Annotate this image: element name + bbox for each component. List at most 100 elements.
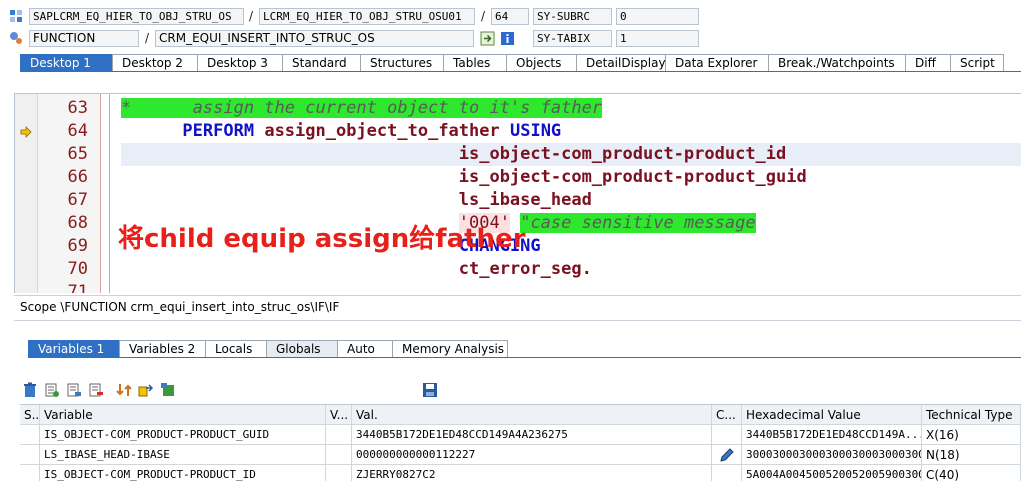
source-editor[interactable]: 63 * assign the current object to it's f… xyxy=(14,93,1021,293)
line-number-field[interactable]: 64 xyxy=(491,8,529,25)
tab-breakpoints[interactable]: Break./Watchpoints xyxy=(768,54,906,72)
code-line-current[interactable]: 64 PERFORM assign_object_to_father USING xyxy=(15,120,1021,143)
value-cell[interactable]: 3440B5B172DE1ED48CCD149A4A236275 xyxy=(352,425,712,445)
table-row[interactable]: IS_OBJECT-COM_PRODUCT-PRODUCT_GUID 3440B… xyxy=(20,425,1021,445)
variable-name-cell[interactable]: IS_OBJECT-COM_PRODUCT-PRODUCT_GUID xyxy=(40,425,326,445)
line-number: 70 xyxy=(67,259,88,279)
tab-objects[interactable]: Objects xyxy=(506,54,577,72)
column-header[interactable]: C... xyxy=(712,405,742,425)
code-line[interactable]: 66 is_object-com_product-product_guid xyxy=(15,166,1021,189)
tab-desktop-2[interactable]: Desktop 2 xyxy=(112,54,198,72)
status-cell xyxy=(20,445,40,465)
column-header[interactable]: Hexadecimal Value xyxy=(742,405,922,425)
code-line[interactable]: 67 ls_ibase_head xyxy=(15,189,1021,212)
table-row[interactable]: IS_OBJECT-COM_PRODUCT-PRODUCT_ID ZJERRY0… xyxy=(20,465,1021,481)
variable-name-cell[interactable]: IS_OBJECT-COM_PRODUCT-PRODUCT_ID xyxy=(40,465,326,481)
column-header[interactable]: S... xyxy=(20,405,40,425)
line-number: 64 xyxy=(67,121,88,141)
line-number: 68 xyxy=(67,213,88,233)
line-number: 65 xyxy=(67,144,88,164)
separator: / xyxy=(481,9,486,23)
value-cell[interactable]: ZJERRY0827C2 xyxy=(352,465,712,481)
export-icon[interactable] xyxy=(136,380,156,400)
navigate-icon[interactable] xyxy=(480,31,495,46)
event-type-field[interactable]: FUNCTION xyxy=(29,30,139,47)
tab-memory-analysis[interactable]: Memory Analysis xyxy=(392,340,508,358)
code-text: is_object-com_product-product_id xyxy=(121,144,787,164)
event-name-field[interactable]: CRM_EQUI_INSERT_INTO_STRUC_OS xyxy=(155,30,474,47)
subrc-label: SY-SUBRC xyxy=(533,8,612,25)
code-text: * assign the current object to it's fath… xyxy=(121,98,603,118)
column-header[interactable]: V... xyxy=(326,405,352,425)
tab-auto[interactable]: Auto xyxy=(337,340,393,358)
change-cell xyxy=(712,425,742,445)
view-cell xyxy=(326,445,352,465)
value-cell[interactable]: 000000000000112227 xyxy=(352,445,712,465)
column-header[interactable]: Val. xyxy=(352,405,712,425)
column-header[interactable]: Variable xyxy=(40,405,326,425)
save-icon[interactable] xyxy=(420,380,440,400)
insert-row-icon[interactable] xyxy=(42,380,62,400)
hex-value-cell: 3440B5B172DE1ED48CCD149A... xyxy=(742,425,922,445)
variable-name-cell[interactable]: LS_IBASE_HEAD-IBASE xyxy=(40,445,326,465)
tab-diff[interactable]: Diff xyxy=(905,54,951,72)
code-line[interactable]: 63 * assign the current object to it's f… xyxy=(15,97,1021,120)
technical-type-cell: X(16) xyxy=(922,425,1021,445)
line-number: 67 xyxy=(67,190,88,210)
scope-line: Scope \FUNCTION crm_equi_insert_into_str… xyxy=(14,295,1021,317)
tabix-label: SY-TABIX xyxy=(533,30,612,47)
desktop-tabs: Desktop 1 Desktop 2 Desktop 3 Standard S… xyxy=(20,54,1004,72)
variables-table: S... Variable V... Val. C... Hexadecimal… xyxy=(20,404,1021,481)
line-number: 71 xyxy=(67,282,88,293)
column-header[interactable]: Technical Type xyxy=(922,405,1021,425)
variable-tab-border xyxy=(28,357,1021,358)
sort-icon[interactable] xyxy=(114,380,134,400)
tabix-value[interactable]: 1 xyxy=(616,30,699,47)
code-line[interactable]: 71 xyxy=(15,281,1021,293)
technical-type-cell: C(40) xyxy=(922,465,1021,481)
tab-strip-border xyxy=(20,71,1021,72)
tab-data-explorer[interactable]: Data Explorer xyxy=(665,54,769,72)
delete-icon[interactable] xyxy=(20,380,40,400)
table-row[interactable]: LS_IBASE_HEAD-IBASE 000000000000112227 3… xyxy=(20,445,1021,465)
line-number: 63 xyxy=(67,98,88,118)
hex-value-cell: 5A004A0045005200520059003000... xyxy=(742,465,922,481)
append-row-icon[interactable] xyxy=(64,380,84,400)
splitter[interactable] xyxy=(14,320,1021,324)
remove-row-icon[interactable] xyxy=(86,380,106,400)
change-cell xyxy=(712,465,742,481)
table-header-row: S... Variable V... Val. C... Hexadecimal… xyxy=(20,405,1021,425)
status-cell xyxy=(20,425,40,445)
tab-tables[interactable]: Tables xyxy=(443,54,507,72)
code-text: PERFORM assign_object_to_father USING xyxy=(182,121,562,141)
hex-value-cell: 3000300030003000300030003000... xyxy=(742,445,922,465)
tab-globals[interactable]: Globals xyxy=(266,340,338,358)
tab-structures[interactable]: Structures xyxy=(360,54,444,72)
code-text: is_object-com_product-product_guid xyxy=(121,167,807,187)
filter-icon[interactable] xyxy=(158,380,178,400)
tab-standard[interactable]: Standard xyxy=(282,54,361,72)
status-cell xyxy=(20,465,40,481)
variables-toolbar xyxy=(20,380,440,402)
line-number: 66 xyxy=(67,167,88,187)
code-line[interactable]: 65 is_object-com_product-product_id xyxy=(68,143,1021,166)
tab-desktop-3[interactable]: Desktop 3 xyxy=(197,54,283,72)
program-field[interactable]: SAPLCRM_EQ_HIER_TO_OBJ_STRU_OS xyxy=(29,8,244,25)
tab-variables-2[interactable]: Variables 2 xyxy=(119,340,206,358)
program-icon xyxy=(9,9,23,23)
tab-locals[interactable]: Locals xyxy=(205,340,267,358)
tab-detail-display[interactable]: DetailDisplay xyxy=(576,54,666,72)
tab-variables-1[interactable]: Variables 1 xyxy=(28,340,120,358)
code-line[interactable]: 70 ct_error_seg. xyxy=(15,258,1021,281)
tab-script[interactable]: Script xyxy=(950,54,1004,72)
function-icon xyxy=(9,31,23,45)
change-cell[interactable] xyxy=(712,445,742,465)
current-line-arrow-icon xyxy=(20,126,32,138)
info-icon[interactable] xyxy=(500,31,515,46)
include-field[interactable]: LCRM_EQ_HIER_TO_OBJ_STRU_OSU01 xyxy=(259,8,475,25)
tab-desktop-1[interactable]: Desktop 1 xyxy=(20,54,113,72)
code-text: ls_ibase_head xyxy=(121,190,592,210)
subrc-value[interactable]: 0 xyxy=(616,8,699,25)
view-cell xyxy=(326,465,352,481)
edit-pencil-icon[interactable] xyxy=(719,447,735,464)
